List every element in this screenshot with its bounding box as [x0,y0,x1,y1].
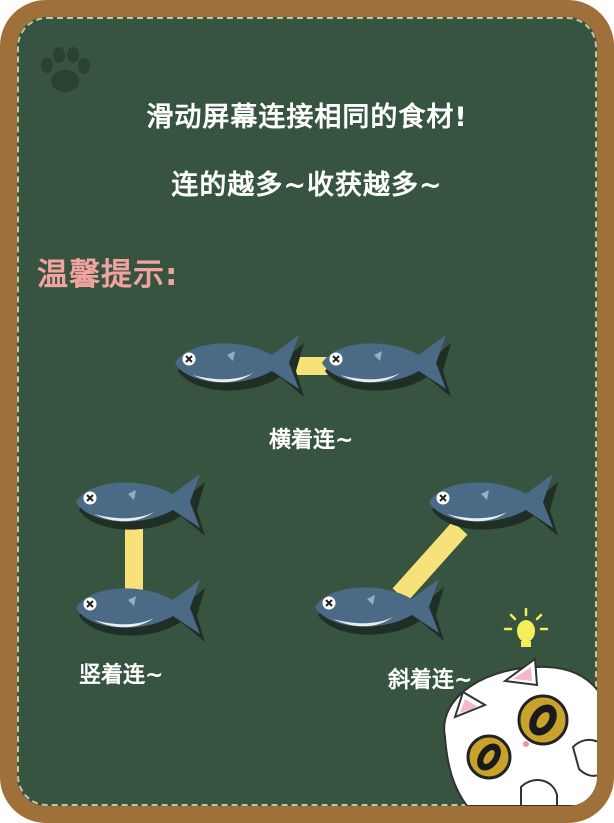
lightbulb-icon [503,607,549,647]
game-board: 滑动屏幕连接相同的食材! 连的越多~收获越多~ 温馨提示: 横着连~ 竖着连~ … [0,0,614,823]
cat-mascot [443,607,597,806]
